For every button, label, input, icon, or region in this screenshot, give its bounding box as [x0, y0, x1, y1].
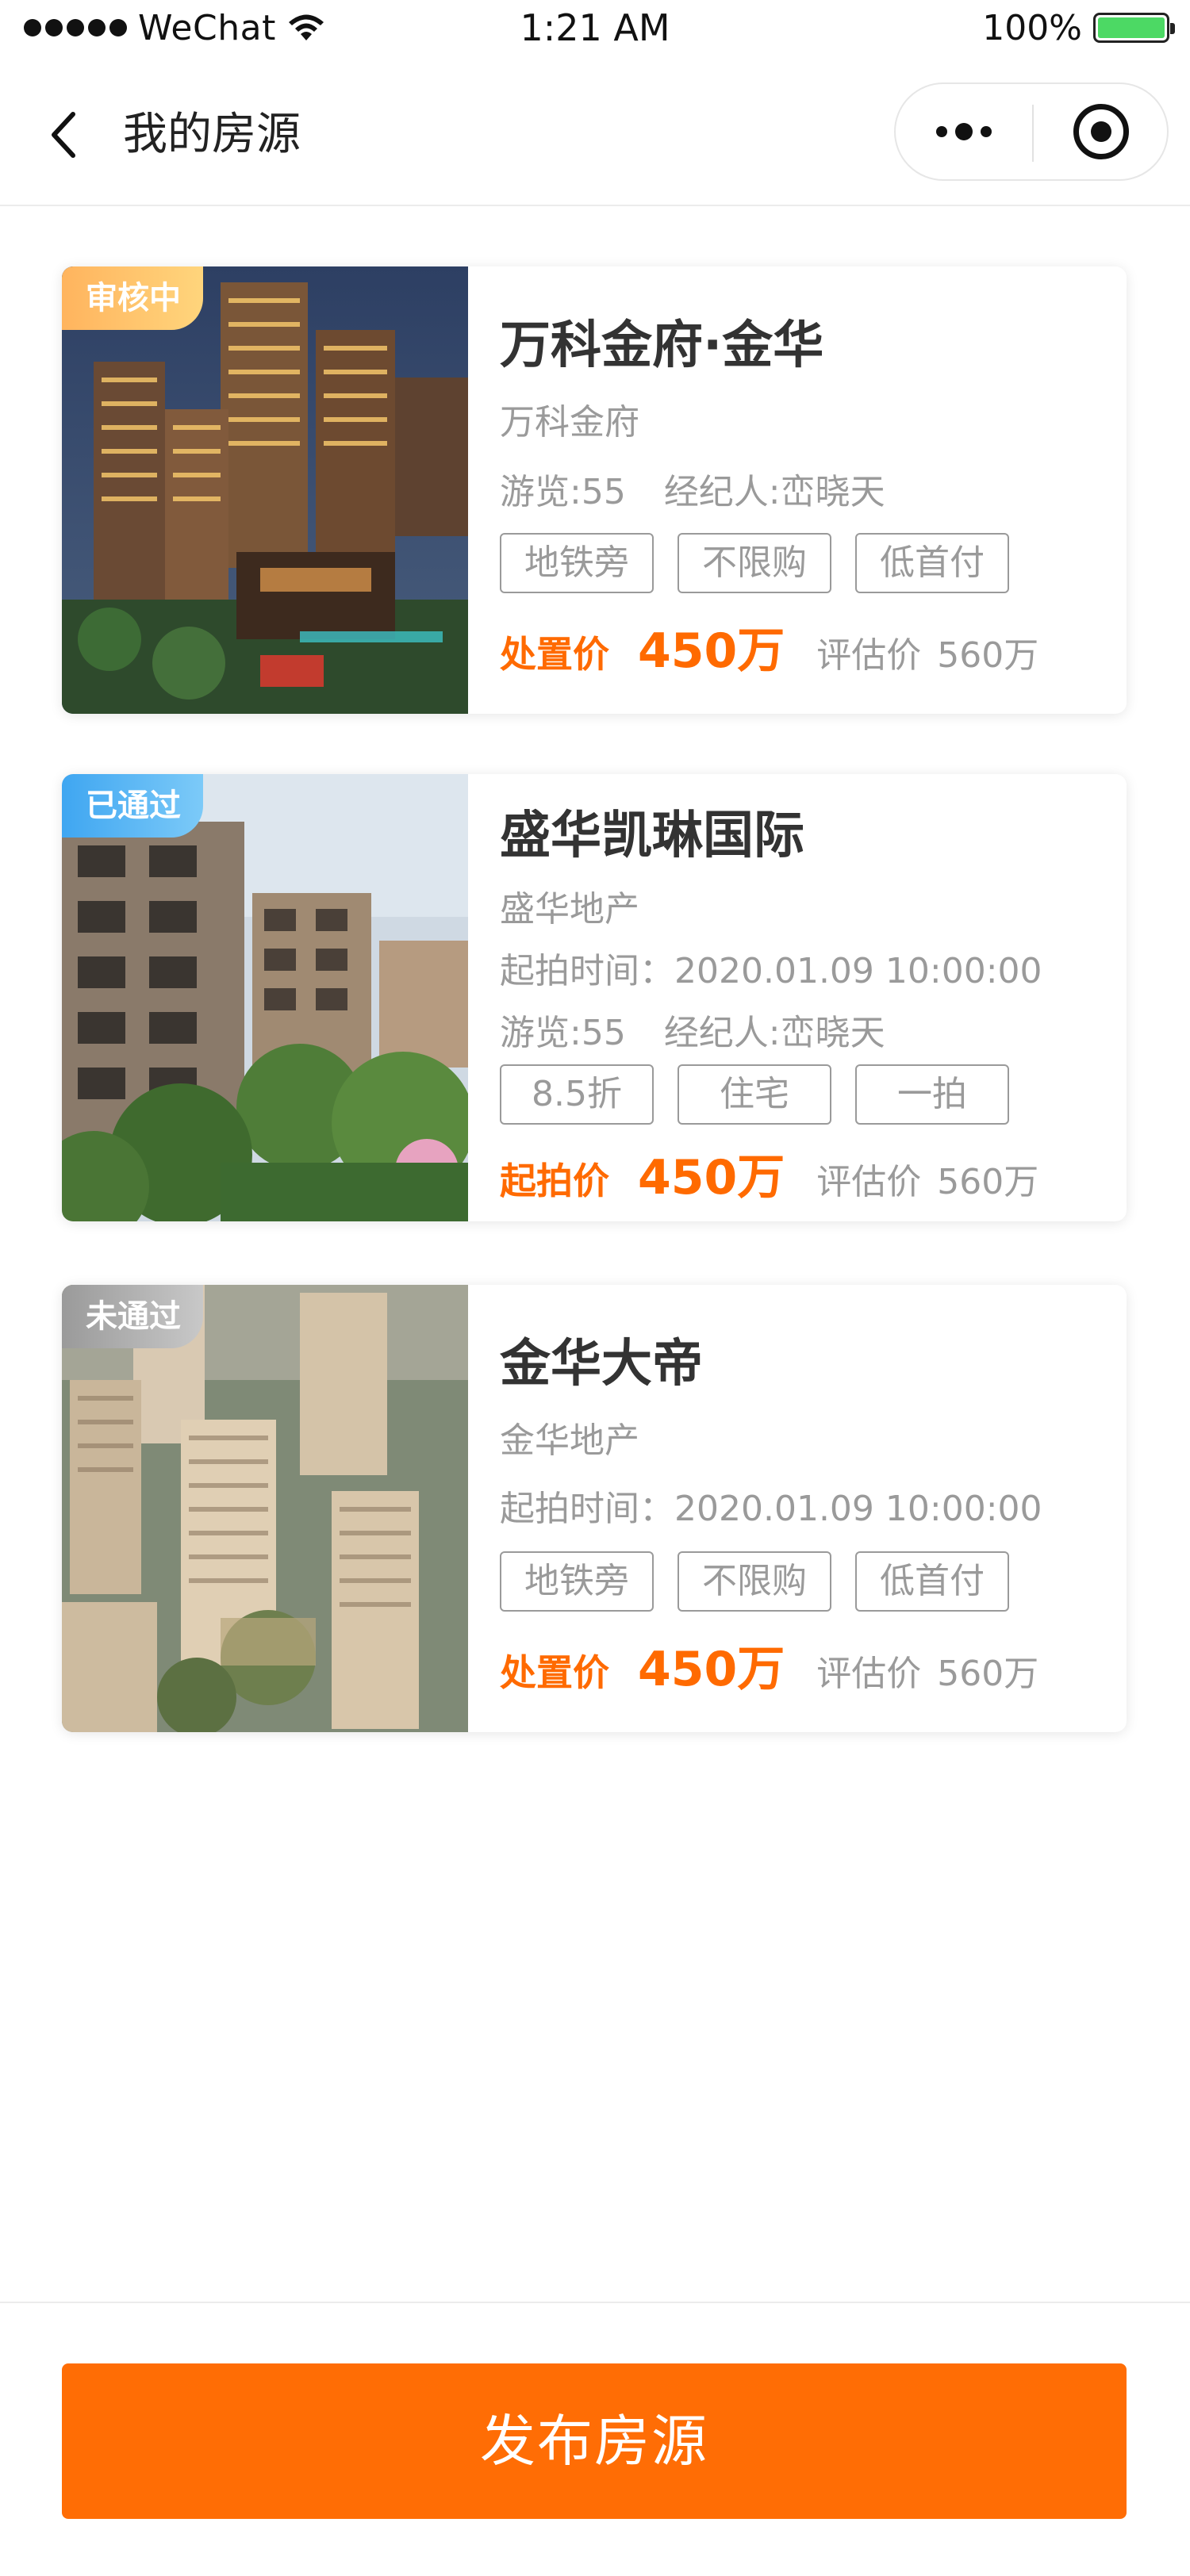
listing-agent: 经纪人:峦晓天: [663, 472, 885, 512]
tag: 住宅: [678, 1064, 831, 1125]
price-row: 处置价 450万 评估价 560万: [500, 1631, 1038, 1700]
tag: 不限购: [678, 533, 831, 593]
price-value: 450万: [638, 1642, 785, 1697]
listing-developer: 金华地产: [500, 1420, 639, 1461]
listing-title: 金华大帝: [500, 1335, 703, 1393]
price-label: 起拍价: [500, 1160, 609, 1202]
listing-title: 万科金府·金华: [500, 316, 824, 375]
mini-program-capsule: [894, 82, 1169, 181]
listing-tags: 地铁旁 不限购 低首付: [500, 533, 1009, 593]
back-button[interactable]: [48, 103, 103, 167]
price-value: 450万: [638, 623, 785, 679]
listing-developer: 盛华地产: [500, 889, 639, 930]
estimate-label: 评估价: [816, 635, 922, 676]
battery-percent: 100%: [982, 7, 1082, 48]
status-bar: WeChat 1:21 AM 100%: [0, 0, 1190, 56]
tag: 低首付: [855, 533, 1009, 593]
battery-icon: [1093, 13, 1175, 43]
listing-views: 游览:55: [500, 1013, 626, 1053]
listing-image: 未通过: [62, 1285, 468, 1732]
nav-bar: 我的房源: [0, 56, 1190, 206]
listing-stats: 游览:55 经纪人:峦晓天: [500, 463, 885, 514]
price-row: 起拍价 450万 评估价 560万: [500, 1139, 1038, 1208]
listing-start-time: 起拍时间：2020.01.09 10:00:00: [500, 951, 1042, 991]
tag: 地铁旁: [500, 1551, 654, 1612]
estimate-label: 评估价: [816, 1654, 922, 1694]
bottom-bar: 发布房源: [0, 2302, 1190, 2576]
status-badge: 未通过: [62, 1285, 203, 1348]
estimate-value: 560万: [937, 1654, 1039, 1694]
more-button[interactable]: [896, 84, 1032, 179]
listing-info: 盛华凯琳国际 盛华地产 起拍时间：2020.01.09 10:00:00 游览:…: [500, 774, 1111, 1221]
price-label: 处置价: [500, 633, 609, 676]
tag: 地铁旁: [500, 533, 654, 593]
listing-tags: 8.5折 住宅 一拍: [500, 1064, 1009, 1125]
price-value: 450万: [638, 1150, 785, 1206]
listing-card[interactable]: 未通过 金华大帝 金华地产 起拍时间：2020.01.09 10:00:00 地…: [62, 1285, 1127, 1732]
status-badge: 已通过: [62, 774, 203, 838]
tag: 一拍: [855, 1064, 1009, 1125]
close-button[interactable]: [1034, 84, 1169, 179]
status-badge: 审核中: [62, 266, 203, 330]
listing-image: 审核中: [62, 266, 468, 714]
estimate-value: 560万: [937, 1162, 1039, 1202]
listing-info: 万科金府·金华 万科金府 游览:55 经纪人:峦晓天 地铁旁 不限购 低首付 处…: [500, 266, 1111, 714]
listing-views: 游览:55: [500, 472, 626, 512]
listing-agent: 经纪人:峦晓天: [663, 1013, 885, 1053]
listing-tags: 地铁旁 不限购 低首付: [500, 1551, 1009, 1612]
close-target-icon: [1073, 104, 1129, 159]
listing-card[interactable]: 审核中 万科金府·金华 万科金府 游览:55 经纪人:峦晓天 地铁旁 不限购 低…: [62, 266, 1127, 714]
listing-card[interactable]: 已通过 盛华凯琳国际 盛华地产 起拍时间：2020.01.09 10:00:00…: [62, 774, 1127, 1221]
listing-info: 金华大帝 金华地产 起拍时间：2020.01.09 10:00:00 地铁旁 不…: [500, 1285, 1111, 1732]
listing-developer: 万科金府: [500, 402, 639, 443]
more-dots-icon: [936, 126, 947, 137]
tag: 不限购: [678, 1551, 831, 1612]
estimate-value: 560万: [937, 635, 1039, 676]
price-label: 处置价: [500, 1651, 609, 1694]
page-title: 我的房源: [123, 109, 301, 160]
status-right: 100%: [982, 6, 1175, 49]
listing-start-time: 起拍时间：2020.01.09 10:00:00: [500, 1489, 1042, 1529]
listing-stats: 游览:55 经纪人:峦晓天: [500, 1004, 885, 1055]
tag: 8.5折: [500, 1064, 654, 1125]
listing-title: 盛华凯琳国际: [500, 807, 804, 865]
estimate-label: 评估价: [816, 1162, 922, 1202]
price-row: 处置价 450万 评估价 560万: [500, 612, 1038, 681]
tag: 低首付: [855, 1551, 1009, 1612]
back-arrow-icon: [52, 112, 75, 158]
listing-image: 已通过: [62, 774, 468, 1221]
publish-listing-button[interactable]: 发布房源: [62, 2363, 1127, 2519]
